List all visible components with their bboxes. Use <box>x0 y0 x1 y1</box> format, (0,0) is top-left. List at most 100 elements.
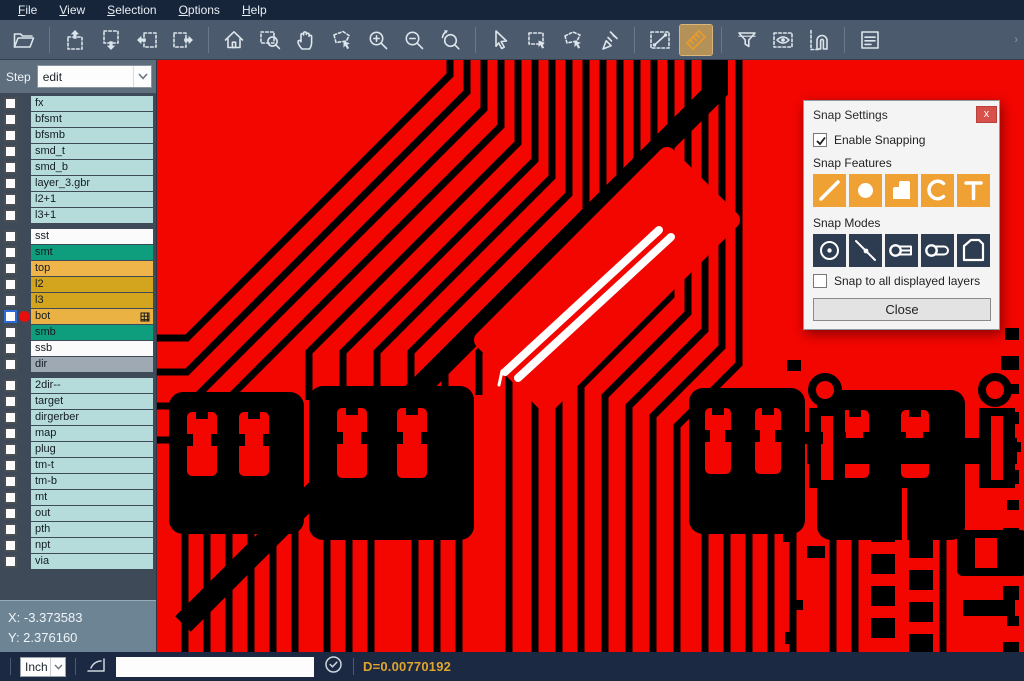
visibility-eye-icon[interactable] <box>767 25 799 55</box>
home-icon[interactable] <box>218 25 250 55</box>
layer-row[interactable]: pth <box>0 522 156 537</box>
layer-visibility-checkbox[interactable] <box>4 294 17 307</box>
measure-line-icon[interactable] <box>644 25 676 55</box>
center-snap-icon[interactable] <box>813 234 846 267</box>
pan-hand-icon[interactable] <box>290 25 322 55</box>
layer-visibility-checkbox[interactable] <box>4 475 17 488</box>
layer-row[interactable]: via <box>0 554 156 569</box>
zoom-previous-icon[interactable] <box>434 25 466 55</box>
layer-row[interactable]: bfsmt <box>0 112 156 127</box>
close-icon[interactable]: x <box>976 106 997 123</box>
layer-row[interactable]: plug <box>0 442 156 457</box>
layer-row[interactable]: l2 <box>0 277 156 292</box>
pad-entry-outline-snap-icon[interactable] <box>921 234 954 267</box>
layer-visibility-checkbox[interactable] <box>4 427 17 440</box>
layer-row[interactable]: npt <box>0 538 156 553</box>
open-folder-icon[interactable] <box>8 25 40 55</box>
pan-down-icon[interactable] <box>95 25 127 55</box>
layer-row[interactable]: dirgerber <box>0 410 156 425</box>
clean-brush-icon[interactable] <box>593 25 625 55</box>
layer-visibility-checkbox[interactable] <box>4 246 17 259</box>
layer-visibility-checkbox[interactable] <box>4 310 17 323</box>
layer-row[interactable]: out <box>0 506 156 521</box>
layer-visibility-checkbox[interactable] <box>4 113 17 126</box>
layer-visibility-checkbox[interactable] <box>4 262 17 275</box>
layer-visibility-checkbox[interactable] <box>4 411 17 424</box>
layer-row[interactable]: target <box>0 394 156 409</box>
corner-snap-icon[interactable] <box>957 234 990 267</box>
menu-view[interactable]: View <box>49 1 95 20</box>
layer-visibility-checkbox[interactable] <box>4 507 17 520</box>
layer-row[interactable]: fx <box>0 96 156 111</box>
layer-visibility-checkbox[interactable] <box>4 491 17 504</box>
layer-visibility-checkbox[interactable] <box>4 523 17 536</box>
layer-row[interactable]: smb <box>0 325 156 340</box>
on-element-snap-icon[interactable] <box>849 234 882 267</box>
layer-visibility-checkbox[interactable] <box>4 230 17 243</box>
pad-entry-filled-snap-icon[interactable] <box>885 234 918 267</box>
menu-file[interactable]: File <box>8 1 47 20</box>
menu-selection[interactable]: Selection <box>97 1 166 20</box>
layer-visibility-checkbox[interactable] <box>4 177 17 190</box>
layer-row[interactable]: tm-t <box>0 458 156 473</box>
layer-row[interactable]: layer_3.gbr <box>0 176 156 191</box>
menu-options[interactable]: Options <box>169 1 230 20</box>
step-select[interactable]: edit <box>37 65 152 88</box>
text-snap-icon[interactable] <box>957 174 990 207</box>
layer-row[interactable]: smd_t <box>0 144 156 159</box>
layer-visibility-checkbox[interactable] <box>4 459 17 472</box>
layer-visibility-checkbox[interactable] <box>4 342 17 355</box>
unit-select[interactable]: Inch <box>20 657 66 677</box>
layer-row[interactable]: sst <box>0 229 156 244</box>
layer-row[interactable]: 2dir-- <box>0 378 156 393</box>
surface-snap-icon[interactable] <box>885 174 918 207</box>
layer-visibility-checkbox[interactable] <box>4 539 17 552</box>
layer-visibility-checkbox[interactable] <box>4 326 17 339</box>
layer-visibility-checkbox[interactable] <box>4 193 17 206</box>
snap-magnet-icon[interactable] <box>803 25 835 55</box>
layer-row[interactable]: smd_b <box>0 160 156 175</box>
layer-row[interactable]: map <box>0 426 156 441</box>
layer-row[interactable]: bfsmb <box>0 128 156 143</box>
layer-row[interactable]: l3 <box>0 293 156 308</box>
select-polygon-icon[interactable] <box>557 25 589 55</box>
layer-visibility-checkbox[interactable] <box>4 555 17 568</box>
select-rectangle-icon[interactable] <box>521 25 553 55</box>
layer-visibility-checkbox[interactable] <box>4 129 17 142</box>
layer-visibility-checkbox[interactable] <box>4 395 17 408</box>
layer-row[interactable]: mt <box>0 490 156 505</box>
dialog-title-bar[interactable]: Snap Settings x <box>804 101 999 126</box>
layer-visibility-checkbox[interactable] <box>4 379 17 392</box>
layer-row[interactable]: top <box>0 261 156 276</box>
line-snap-icon[interactable] <box>813 174 846 207</box>
pan-up-icon[interactable] <box>59 25 91 55</box>
pan-left-icon[interactable] <box>131 25 163 55</box>
layer-row[interactable]: ssb <box>0 341 156 356</box>
layer-visibility-checkbox[interactable] <box>4 161 17 174</box>
layer-row[interactable]: tm-b <box>0 474 156 489</box>
layer-row[interactable]: smt <box>0 245 156 260</box>
enable-snapping-row[interactable]: Enable Snapping <box>813 133 991 147</box>
layer-visibility-checkbox[interactable] <box>4 97 17 110</box>
pan-right-icon[interactable] <box>167 25 199 55</box>
layers-panel-icon[interactable] <box>854 25 886 55</box>
snap-all-layers-checkbox[interactable] <box>813 274 827 288</box>
layer-visibility-checkbox[interactable] <box>4 145 17 158</box>
ruler-icon[interactable] <box>680 25 712 55</box>
zoom-window-icon[interactable] <box>254 25 286 55</box>
select-cursor-icon[interactable] <box>485 25 517 55</box>
layer-visibility-checkbox[interactable] <box>4 209 17 222</box>
menu-help[interactable]: Help <box>232 1 277 20</box>
close-button[interactable]: Close <box>813 298 991 321</box>
layer-row[interactable]: l3+1 <box>0 208 156 223</box>
apply-measure-icon[interactable] <box>323 654 344 680</box>
zoom-out-icon[interactable] <box>398 25 430 55</box>
measure-input[interactable] <box>116 657 314 677</box>
layer-visibility-checkbox[interactable] <box>4 278 17 291</box>
layer-visibility-checkbox[interactable] <box>4 443 17 456</box>
snap-all-layers-row[interactable]: Snap to all displayed layers <box>813 274 991 288</box>
grid-icon[interactable] <box>140 312 150 322</box>
enable-snapping-checkbox[interactable] <box>813 133 827 147</box>
filter-icon[interactable] <box>731 25 763 55</box>
zoom-in-icon[interactable] <box>362 25 394 55</box>
